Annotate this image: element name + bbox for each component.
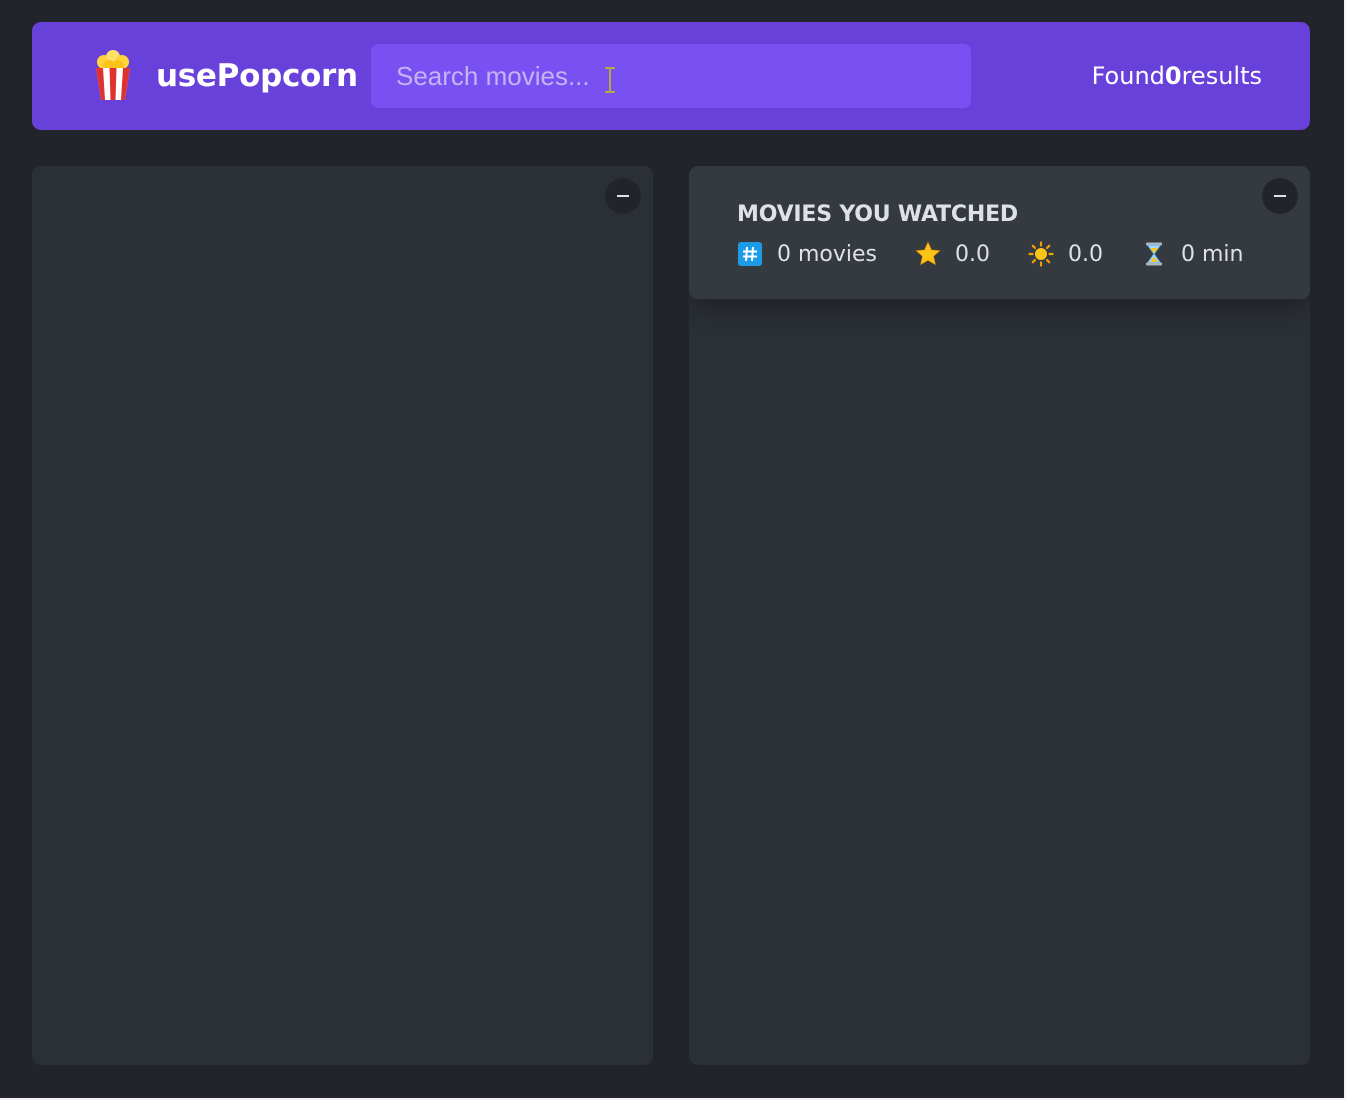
logo-text: usePopcorn xyxy=(156,58,358,94)
results-prefix: Found xyxy=(1091,62,1165,90)
stat-movies-count: 0 movies xyxy=(737,241,877,267)
search-results-box xyxy=(32,166,653,1065)
stat-movies-value: 0 movies xyxy=(777,241,878,267)
minus-icon xyxy=(1274,195,1286,197)
collapse-toggle-button[interactable] xyxy=(605,178,641,214)
summary-title: MOVIES YOU WATCHED xyxy=(737,202,1018,227)
stat-imdb-rating: 0.0 xyxy=(915,241,990,267)
collapse-toggle-button[interactable] xyxy=(1262,178,1298,214)
stat-imdb-value: 0.0 xyxy=(955,241,991,267)
star-icon xyxy=(915,241,941,266)
stat-runtime-value: 0 min xyxy=(1181,241,1244,267)
hash-icon xyxy=(738,242,762,266)
watched-summary: MOVIES YOU WATCHED 0 movies 0.0 0.0 0 mi… xyxy=(689,166,1310,299)
results-count: 0 xyxy=(1164,62,1182,90)
text-cursor-icon xyxy=(605,67,615,93)
search-input[interactable] xyxy=(371,44,971,108)
nav-bar: usePopcorn Found 0 results xyxy=(32,22,1310,130)
num-results: Found 0 results xyxy=(1092,22,1262,130)
results-suffix: results xyxy=(1181,62,1262,90)
minus-icon xyxy=(617,195,629,197)
app-page: usePopcorn Found 0 results MOVIES YOU WA… xyxy=(0,0,1346,1100)
sun-icon xyxy=(1028,241,1054,267)
logo: usePopcorn xyxy=(92,22,358,130)
stat-user-rating: 0.0 xyxy=(1028,241,1103,267)
popcorn-icon xyxy=(96,50,130,100)
hourglass-icon xyxy=(1146,242,1163,266)
summary-stats: 0 movies 0.0 0.0 0 min xyxy=(737,241,1262,267)
watched-box: MOVIES YOU WATCHED 0 movies 0.0 0.0 0 mi… xyxy=(689,166,1310,1065)
stat-runtime: 0 min xyxy=(1141,241,1244,267)
stat-user-value: 0.0 xyxy=(1068,241,1104,267)
